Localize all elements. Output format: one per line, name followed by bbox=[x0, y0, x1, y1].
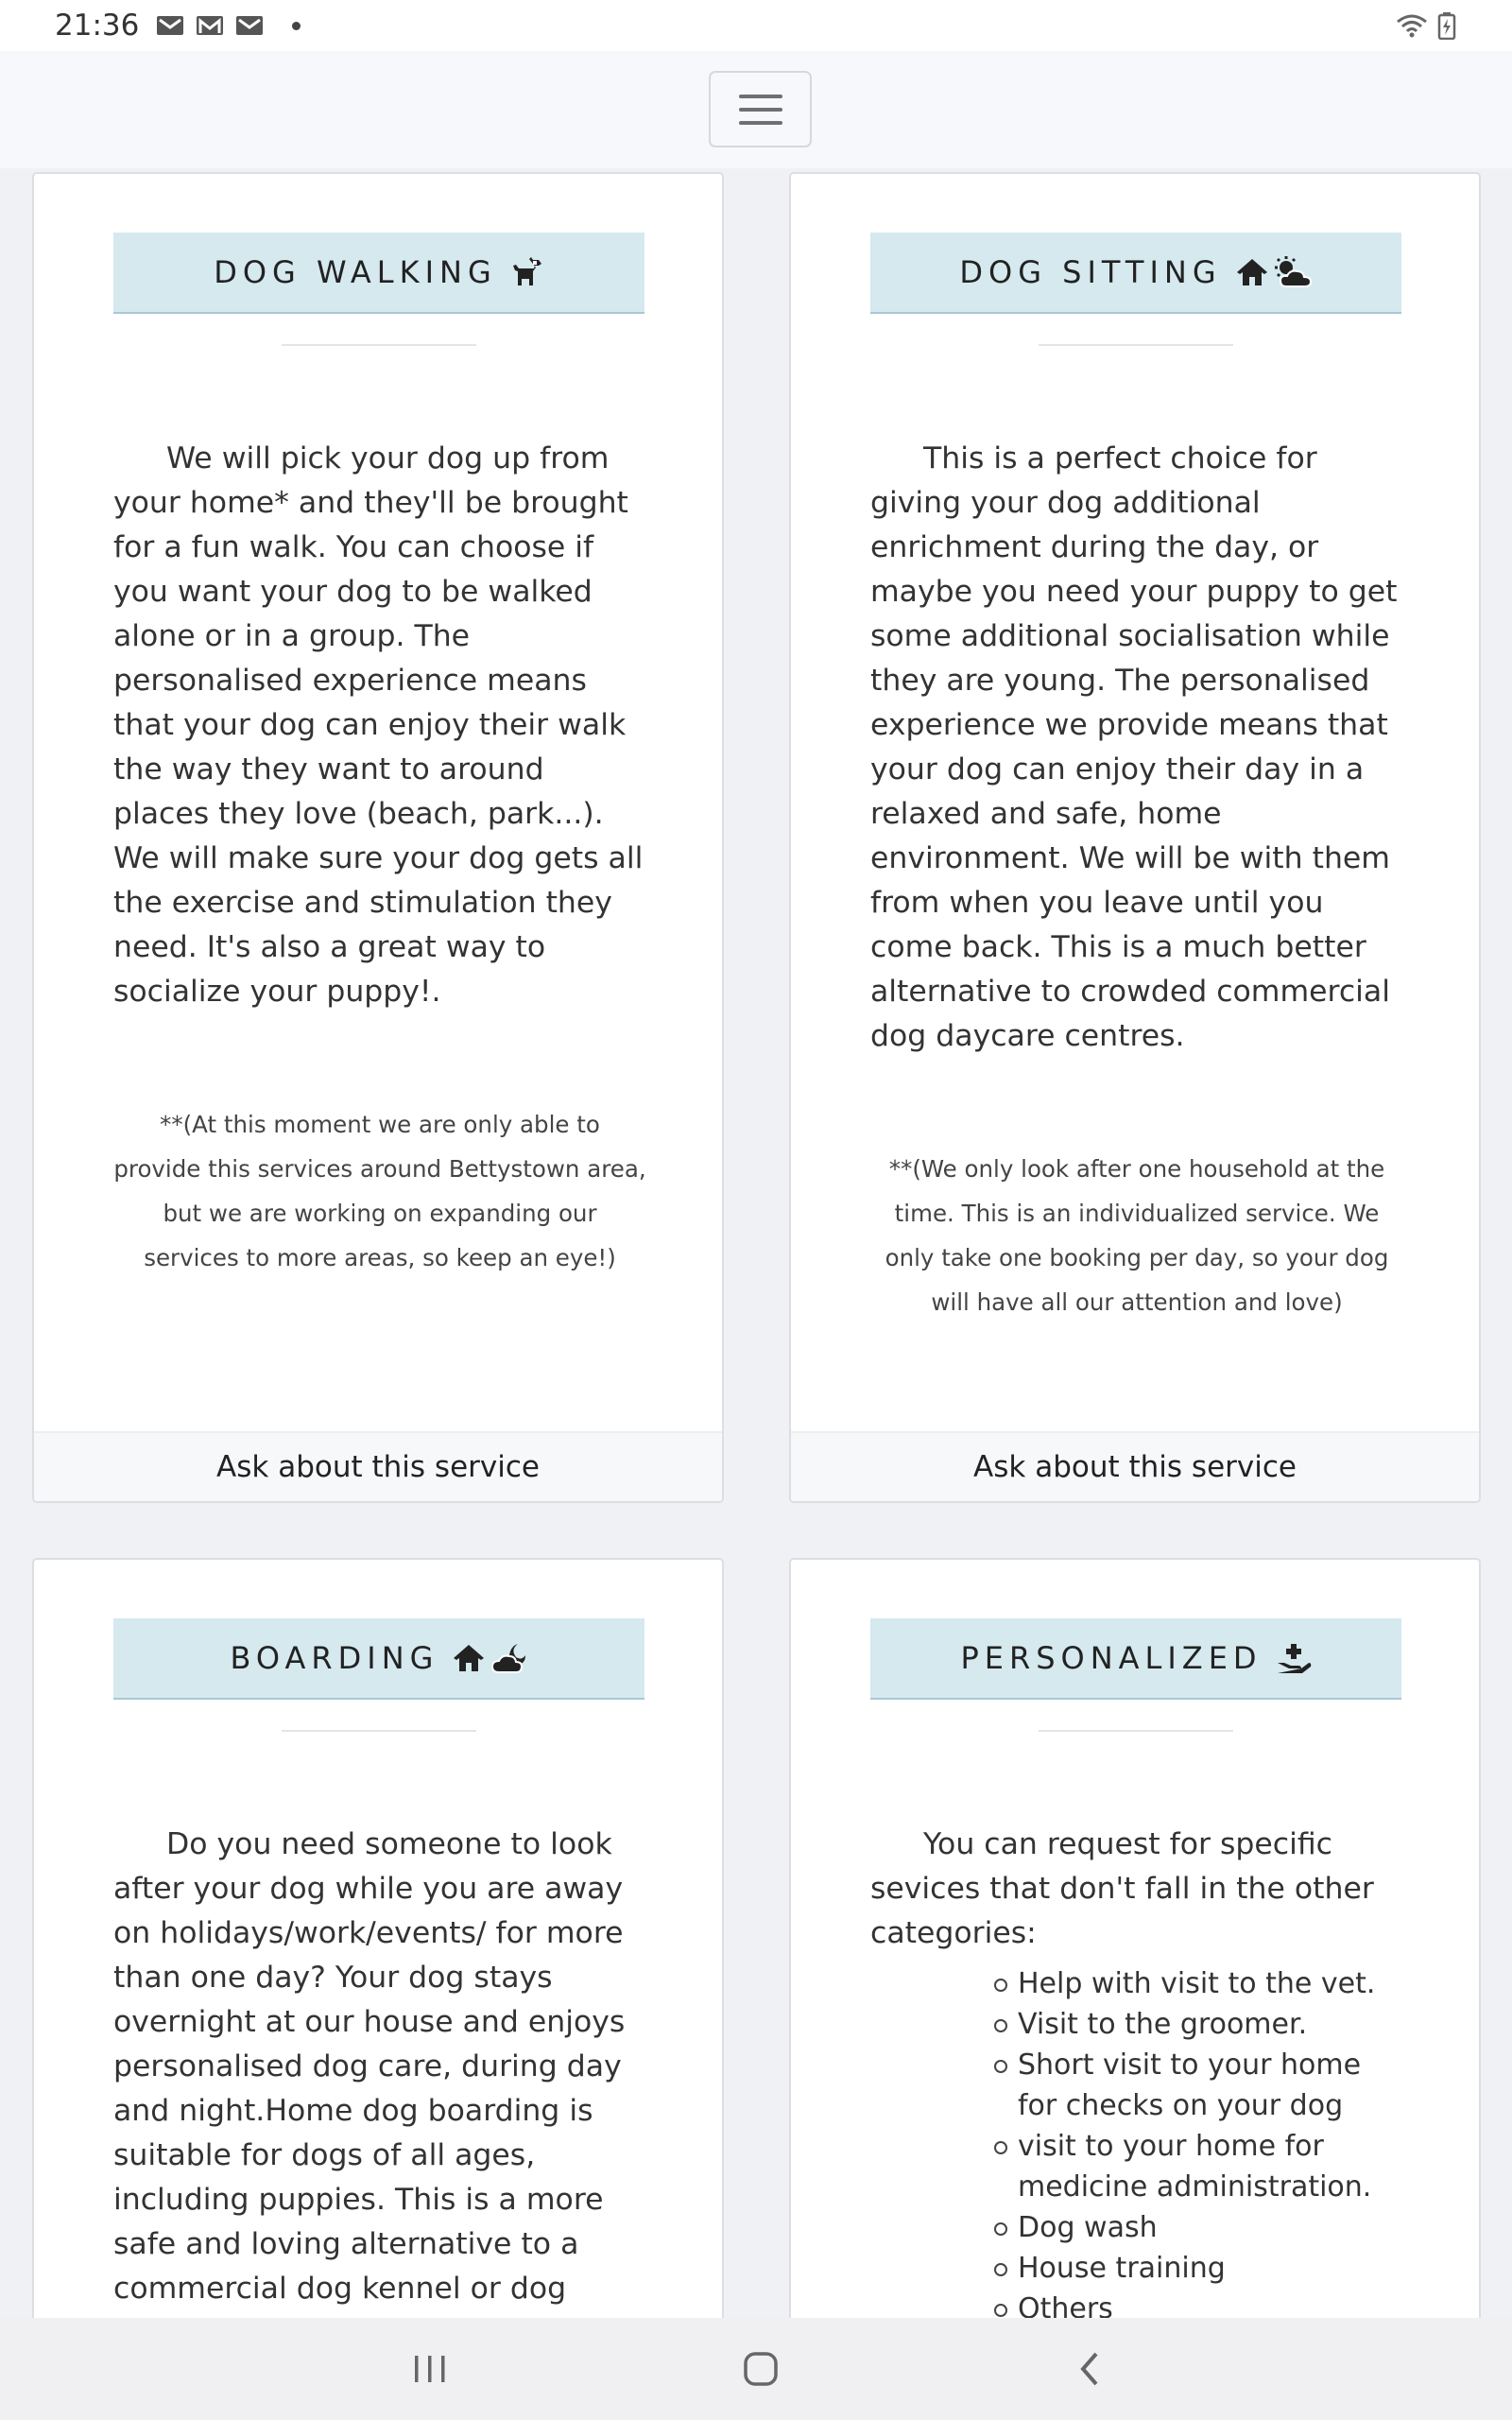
list-item: Others bbox=[870, 2289, 1403, 2318]
card-description: You can request for specific sevices tha… bbox=[870, 1823, 1403, 2318]
status-clock: 21:36 bbox=[55, 9, 140, 43]
hamburger-line bbox=[738, 120, 782, 125]
home-icon bbox=[744, 2352, 778, 2386]
card-header: DOG SITTING bbox=[870, 233, 1401, 314]
cloud-moon-icon bbox=[491, 1644, 526, 1673]
navbar bbox=[0, 51, 1512, 168]
card-note: **(We only look after one household at t… bbox=[885, 1155, 1389, 1316]
house-icon bbox=[1236, 259, 1267, 285]
card-title: DOG SITTING bbox=[959, 254, 1222, 290]
card-header-icons bbox=[452, 1642, 527, 1674]
card-note: **(At this moment we are only able to pr… bbox=[113, 1111, 646, 1271]
ask-about-service-link[interactable]: Ask about this service bbox=[34, 1431, 722, 1501]
card-divider bbox=[1039, 1730, 1233, 1732]
more-notifications-dot bbox=[292, 21, 301, 30]
status-bar: 21:36 bbox=[0, 0, 1512, 51]
list-item: visit to your home for medicine administ… bbox=[870, 2126, 1403, 2207]
services-list: Help with visit to the vet. Visit to the… bbox=[870, 1963, 1403, 2318]
mail-icon bbox=[236, 16, 264, 35]
list-item: Help with visit to the vet. bbox=[870, 1963, 1403, 2004]
card-title: PERSONALIZED bbox=[960, 1640, 1263, 1676]
card-header: BOARDING bbox=[113, 1618, 644, 1700]
status-right bbox=[1395, 11, 1457, 40]
list-item: Short visit to your home for checks on y… bbox=[870, 2045, 1403, 2126]
card-description: Do you need someone to look after your d… bbox=[113, 1827, 626, 2318]
recent-apps-button[interactable] bbox=[397, 2341, 463, 2397]
list-item: Dog wash bbox=[870, 2207, 1403, 2248]
wifi-icon bbox=[1397, 14, 1427, 38]
mail-icon bbox=[157, 16, 184, 35]
house-icon bbox=[454, 1645, 485, 1671]
card-description: This is a perfect choice for giving your… bbox=[870, 441, 1398, 1053]
card-intro: You can request for specific sevices tha… bbox=[870, 1827, 1374, 1950]
service-card-boarding: BOARDING Do you need someone to look aft… bbox=[32, 1558, 724, 2318]
home-button[interactable] bbox=[728, 2341, 794, 2397]
service-card-dog-walking: DOG WALKING We will pick your dog up fro… bbox=[32, 172, 724, 1503]
battery-charging-icon bbox=[1437, 12, 1456, 40]
navbar-toggler-button[interactable] bbox=[709, 71, 812, 147]
card-divider bbox=[282, 344, 476, 346]
recent-apps-icon bbox=[415, 2356, 445, 2382]
cloud-sun-icon bbox=[1274, 256, 1312, 287]
service-card-personalized: PERSONALIZED You can request for specifi… bbox=[789, 1558, 1481, 2318]
ask-about-service-link[interactable]: Ask about this service bbox=[791, 1431, 1479, 1501]
dog-icon bbox=[512, 257, 541, 285]
list-item: House training bbox=[870, 2248, 1403, 2289]
hamburger-line bbox=[738, 107, 782, 112]
card-header-icons bbox=[1276, 1642, 1312, 1674]
service-card-dog-sitting: DOG SITTING This is a perfect choice for… bbox=[789, 172, 1481, 1503]
card-title: DOG WALKING bbox=[214, 254, 497, 290]
card-header-icons bbox=[1235, 256, 1313, 288]
card-description: We will pick your dog up from your home*… bbox=[113, 441, 644, 1009]
back-icon bbox=[1080, 2352, 1098, 2386]
card-header: DOG WALKING bbox=[113, 233, 644, 314]
hamburger-line bbox=[738, 94, 782, 98]
hand-holding-medical-icon bbox=[1277, 1644, 1311, 1673]
back-button[interactable] bbox=[1057, 2341, 1123, 2397]
card-divider bbox=[1039, 344, 1233, 346]
services-section: DOG WALKING We will pick your dog up fro… bbox=[0, 168, 1512, 2318]
status-left: 21:36 bbox=[55, 9, 301, 43]
list-item: Visit to the groomer. bbox=[870, 2004, 1403, 2045]
card-title: BOARDING bbox=[230, 1640, 439, 1676]
card-header: PERSONALIZED bbox=[870, 1618, 1401, 1700]
gmail-icon bbox=[197, 16, 224, 35]
card-header-icons bbox=[510, 256, 544, 288]
card-divider bbox=[282, 1730, 476, 1732]
system-navigation-bar bbox=[0, 2318, 1512, 2420]
